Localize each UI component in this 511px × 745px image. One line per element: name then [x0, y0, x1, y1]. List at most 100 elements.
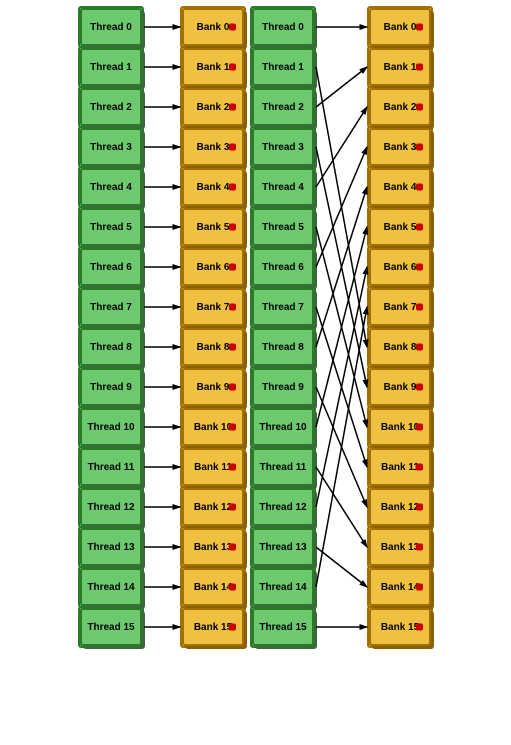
thread-box: Thread 13	[252, 528, 314, 566]
left-bank-col: Bank 0Bank 1Bank 2Bank 3Bank 4Bank 5Bank…	[182, 8, 244, 646]
left-diagram: Thread 0Thread 1Thread 2Thread 3Thread 4…	[80, 8, 244, 646]
thread-box: Thread 8	[252, 328, 314, 366]
thread-box: Thread 9	[80, 368, 142, 406]
diagrams-row: Thread 0Thread 1Thread 2Thread 3Thread 4…	[4, 8, 507, 646]
thread-box: Thread 11	[252, 448, 314, 486]
thread-box: Thread 14	[80, 568, 142, 606]
bank-box: Bank 1	[182, 48, 244, 86]
thread-box: Thread 10	[80, 408, 142, 446]
thread-box: Thread 4	[80, 168, 142, 206]
bank-dot	[229, 384, 236, 391]
bank-dot	[229, 64, 236, 71]
thread-box: Thread 2	[252, 88, 314, 126]
bank-dot	[229, 544, 236, 551]
bank-box: Bank 3	[369, 128, 431, 166]
bank-box: Bank 15	[182, 608, 244, 646]
bank-box: Bank 6	[369, 248, 431, 286]
bank-box: Bank 11	[369, 448, 431, 486]
bank-dot	[229, 584, 236, 591]
bank-box: Bank 0	[182, 8, 244, 46]
bank-dot	[229, 504, 236, 511]
bank-box: Bank 11	[182, 448, 244, 486]
bank-box: Bank 3	[182, 128, 244, 166]
left-arrows	[142, 8, 182, 646]
bank-dot	[416, 304, 423, 311]
bank-dot	[416, 104, 423, 111]
bank-box: Bank 8	[182, 328, 244, 366]
bank-dot	[416, 264, 423, 271]
bank-dot	[416, 344, 423, 351]
bank-box: Bank 15	[369, 608, 431, 646]
thread-box: Thread 6	[80, 248, 142, 286]
bank-dot	[416, 184, 423, 191]
bank-box: Bank 14	[369, 568, 431, 606]
thread-box: Thread 0	[80, 8, 142, 46]
thread-box: Thread 0	[252, 8, 314, 46]
thread-box: Thread 1	[80, 48, 142, 86]
bank-dot	[416, 624, 423, 631]
bank-dot	[229, 624, 236, 631]
thread-box: Thread 1	[252, 48, 314, 86]
bank-box: Bank 2	[182, 88, 244, 126]
bank-box: Bank 13	[182, 528, 244, 566]
bank-box: Bank 9	[182, 368, 244, 406]
thread-box: Thread 7	[252, 288, 314, 326]
thread-box: Thread 3	[80, 128, 142, 166]
bank-dot	[416, 584, 423, 591]
bank-box: Bank 13	[369, 528, 431, 566]
bank-dot	[416, 224, 423, 231]
thread-box: Thread 6	[252, 248, 314, 286]
bank-dot	[416, 464, 423, 471]
bank-dot	[229, 264, 236, 271]
thread-box: Thread 10	[252, 408, 314, 446]
left-thread-col: Thread 0Thread 1Thread 2Thread 3Thread 4…	[80, 8, 142, 646]
bank-dot	[416, 144, 423, 151]
bank-dot	[229, 464, 236, 471]
bank-dot	[416, 384, 423, 391]
thread-box: Thread 9	[252, 368, 314, 406]
thread-box: Thread 4	[252, 168, 314, 206]
thread-box: Thread 12	[252, 488, 314, 526]
bank-dot	[416, 504, 423, 511]
bank-box: Bank 10	[369, 408, 431, 446]
bank-box: Bank 7	[369, 288, 431, 326]
bank-box: Bank 12	[182, 488, 244, 526]
bank-box: Bank 4	[182, 168, 244, 206]
bank-box: Bank 8	[369, 328, 431, 366]
bank-dot	[416, 544, 423, 551]
thread-box: Thread 14	[252, 568, 314, 606]
bank-dot	[229, 344, 236, 351]
thread-box: Thread 15	[80, 608, 142, 646]
thread-box: Thread 2	[80, 88, 142, 126]
thread-box: Thread 8	[80, 328, 142, 366]
thread-box: Thread 11	[80, 448, 142, 486]
right-thread-col: Thread 0Thread 1Thread 2Thread 3Thread 4…	[252, 8, 314, 646]
thread-box: Thread 5	[80, 208, 142, 246]
bank-box: Bank 6	[182, 248, 244, 286]
thread-box: Thread 7	[80, 288, 142, 326]
right-arrows	[314, 8, 369, 646]
bank-box: Bank 14	[182, 568, 244, 606]
bank-box: Bank 5	[369, 208, 431, 246]
bank-box: Bank 10	[182, 408, 244, 446]
bank-dot	[229, 184, 236, 191]
bank-dot	[229, 24, 236, 31]
bank-box: Bank 5	[182, 208, 244, 246]
thread-box: Thread 3	[252, 128, 314, 166]
bank-dot	[229, 104, 236, 111]
thread-box: Thread 13	[80, 528, 142, 566]
bank-box: Bank 7	[182, 288, 244, 326]
bank-box: Bank 9	[369, 368, 431, 406]
bank-dot	[416, 64, 423, 71]
thread-box: Thread 5	[252, 208, 314, 246]
bank-dot	[229, 144, 236, 151]
thread-box: Thread 12	[80, 488, 142, 526]
bank-dot	[416, 424, 423, 431]
bank-dot	[229, 304, 236, 311]
bank-dot	[229, 424, 236, 431]
thread-box: Thread 15	[252, 608, 314, 646]
bank-box: Bank 0	[369, 8, 431, 46]
bank-dot	[416, 24, 423, 31]
bank-box: Bank 12	[369, 488, 431, 526]
bank-box: Bank 1	[369, 48, 431, 86]
